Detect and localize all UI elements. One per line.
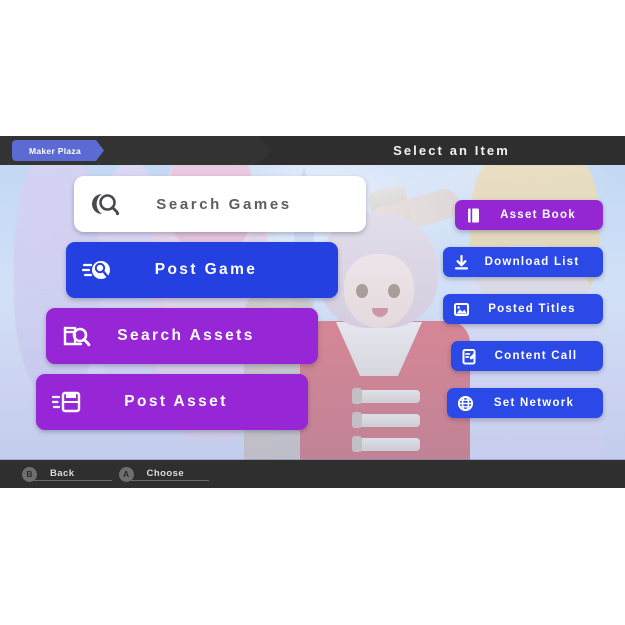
header-bar: Maker Plaza Select an Item [0,136,625,165]
game-menu-screen: Maker Plaza Select an Item Search Games [0,136,625,488]
footer-action-choose[interactable]: A Choose [118,460,209,488]
book-icon [464,206,483,225]
primary-menu-column: Search Games Post Game Search Assets Pos… [0,176,366,440]
post-game-button[interactable]: Post Game [66,242,338,298]
asset-book-label: Asset Book [500,209,576,221]
post-asset-button[interactable]: Post Asset [36,374,308,430]
save-disk-icon [50,385,84,419]
footer-choose-label: Choose [146,467,185,479]
content-call-label: Content Call [494,350,578,362]
search-assets-label: Search Assets [117,327,255,344]
footer-bar: B Back A Choose [0,460,625,488]
breadcrumb-tab-maker-plaza[interactable]: Maker Plaza [12,140,104,161]
download-icon [452,253,471,272]
asset-search-icon [60,319,94,353]
footer-divider [0,459,625,460]
set-network-label: Set Network [493,397,575,409]
search-games-label: Search Games [156,195,292,213]
document-pen-icon [460,347,479,366]
download-list-label: Download List [484,256,580,268]
post-game-icon [80,253,114,287]
post-asset-label: Post Asset [124,393,228,410]
search-assets-button[interactable]: Search Assets [46,308,318,364]
download-list-button[interactable]: Download List [443,247,603,277]
set-network-button[interactable]: Set Network [447,388,603,418]
content-call-button[interactable]: Content Call [451,341,603,371]
footer-back-label: Back [50,467,75,479]
posted-titles-button[interactable]: Posted Titles [443,294,603,324]
post-game-label: Post Game [154,261,258,278]
footer-action-back[interactable]: B Back [22,460,112,488]
game-search-icon [88,187,122,221]
asset-book-button[interactable]: Asset Book [455,200,603,230]
secondary-menu-column: Asset Book Download List Posted Titles C… [403,200,603,435]
globe-icon [456,394,475,413]
image-icon [452,300,471,319]
breadcrumb-tab-label: Maker Plaza [29,145,81,156]
posted-titles-label: Posted Titles [488,303,576,315]
search-games-field[interactable]: Search Games [74,176,366,232]
